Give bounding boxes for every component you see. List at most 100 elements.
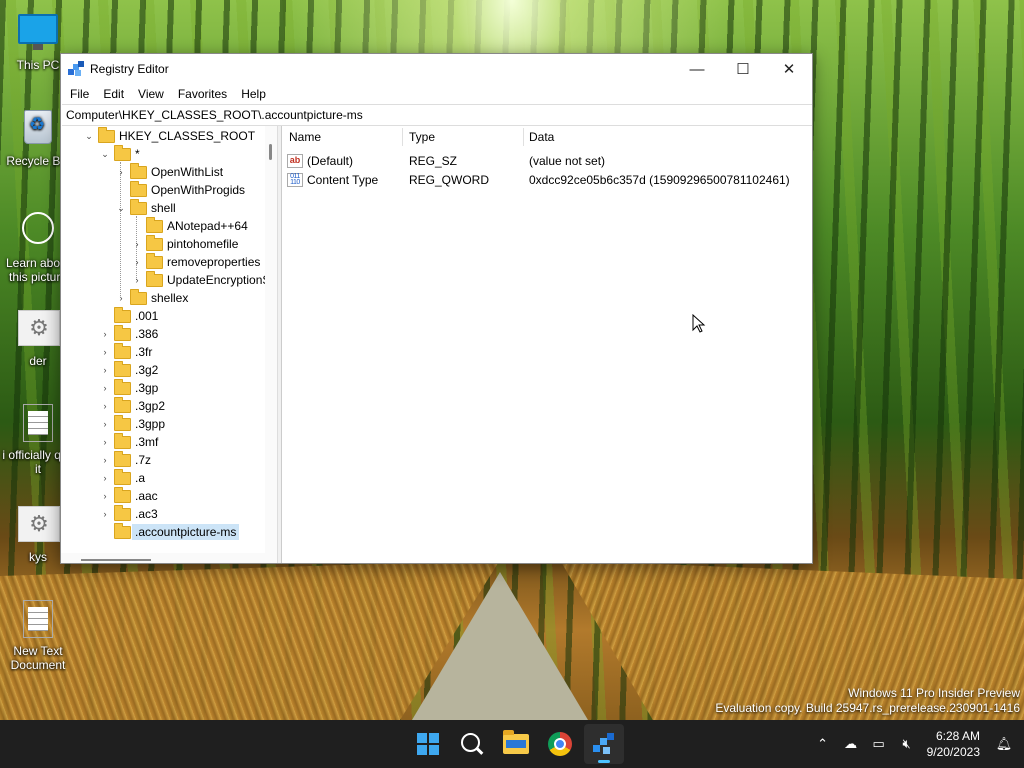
chevron-right-icon[interactable]: › (131, 239, 143, 249)
tree-item-anotepad[interactable]: ANotepad++64 (131, 216, 248, 235)
volume-muted-icon[interactable]: 🔇︎ (893, 736, 921, 752)
address-bar[interactable]: Computer\HKEY_CLASSES_ROOT\.accountpictu… (62, 104, 812, 126)
chevron-right-icon[interactable]: › (99, 455, 111, 465)
chevron-down-icon[interactable]: ⌄ (83, 131, 95, 142)
tree-item-hkey-classes-root[interactable]: ⌄ HKEY_CLASSES_ROOT (83, 126, 255, 145)
tree-item-001[interactable]: .001 (99, 306, 158, 325)
registry-editor-taskbar-button[interactable] (584, 724, 624, 764)
chevron-right-icon[interactable]: › (131, 257, 143, 267)
desktop-icon-new-text-document[interactable]: New Text Document (2, 598, 74, 672)
menu-help[interactable]: Help (234, 87, 273, 101)
tree-item-asterisk[interactable]: ⌄ * (99, 144, 140, 163)
tree-item-3g2[interactable]: › .3g2 (99, 360, 158, 379)
menu-file[interactable]: File (63, 87, 96, 101)
taskbar: ⌃ ☁ ▭ 🔇︎ 6:28 AM 9/20/2023 🔔︎ (0, 720, 1024, 768)
folder-icon (114, 522, 131, 539)
tree-item-openwithlist[interactable]: › OpenWithList (115, 162, 223, 181)
value-row[interactable]: ab (Default) (287, 151, 353, 170)
folder-icon (114, 486, 131, 503)
folder-icon (130, 288, 147, 305)
windows-logo-icon (417, 733, 439, 755)
close-button[interactable]: ✕ (766, 54, 812, 84)
network-icon[interactable]: ▭ (865, 736, 893, 752)
chevron-right-icon[interactable]: › (99, 329, 111, 339)
chevron-right-icon[interactable]: › (99, 473, 111, 483)
chevron-down-icon[interactable]: ⌄ (99, 149, 111, 160)
onedrive-icon[interactable]: ☁ (837, 736, 865, 752)
chevron-right-icon[interactable]: › (99, 509, 111, 519)
folder-icon (146, 270, 163, 287)
folder-icon (114, 414, 131, 431)
folder-icon (130, 180, 147, 197)
chevron-right-icon[interactable]: › (99, 419, 111, 429)
chevron-right-icon[interactable]: › (115, 293, 127, 303)
value-data: (value not set) (529, 153, 606, 168)
tree-vertical-scrollbar[interactable] (265, 126, 277, 563)
notification-bell-icon[interactable]: 🔔︎ (990, 736, 1018, 752)
tree-item-386[interactable]: › .386 (99, 324, 158, 343)
chevron-right-icon[interactable]: › (99, 401, 111, 411)
menu-bar: File Edit View Favorites Help (61, 84, 812, 104)
tree-item-shell[interactable]: ⌄ shell (115, 198, 176, 217)
tree-item-ac3[interactable]: › .ac3 (99, 504, 158, 523)
tree-item-7z[interactable]: › .7z (99, 450, 151, 469)
chevron-right-icon[interactable]: › (99, 437, 111, 447)
tree-item-openwithprogids[interactable]: OpenWithProgids (115, 180, 245, 199)
menu-favorites[interactable]: Favorites (171, 87, 234, 101)
title-bar[interactable]: Registry Editor — ☐ ✕ (61, 54, 812, 84)
minimize-button[interactable]: — (674, 54, 720, 84)
maximize-button[interactable]: ☐ (720, 54, 766, 84)
tree-item-3gp[interactable]: › .3gp (99, 378, 158, 397)
tree-item-a[interactable]: › .a (99, 468, 145, 487)
chevron-right-icon[interactable]: › (99, 491, 111, 501)
tree-item-updateencryption[interactable]: ›UpdateEncryptionSettings (131, 270, 277, 289)
folder-icon (114, 306, 131, 323)
tree-item-accountpicture-ms[interactable]: .accountpicture-ms (99, 522, 240, 541)
values-pane[interactable]: Name Type Data ab (Default) REG_SZ (valu… (282, 126, 812, 563)
chevron-right-icon[interactable]: › (131, 275, 143, 285)
folder-icon (114, 504, 131, 521)
registry-editor-icon (593, 733, 615, 755)
folder-icon (114, 324, 131, 341)
desktop-icon-label: New Text Document (10, 644, 66, 672)
menu-edit[interactable]: Edit (96, 87, 131, 101)
chevron-right-icon[interactable]: › (99, 365, 111, 375)
column-header-name[interactable]: Name (289, 126, 321, 148)
file-explorer-button[interactable] (496, 724, 536, 764)
chevron-right-icon[interactable]: › (99, 383, 111, 393)
search-icon (461, 733, 480, 752)
folder-icon (114, 144, 131, 161)
folder-icon (114, 378, 131, 395)
tree-item-3fr[interactable]: › .3fr (99, 342, 152, 361)
tree-item-shellex[interactable]: › shellex (115, 288, 188, 307)
key-tree-pane[interactable]: ⌄ HKEY_CLASSES_ROOT ⌄ * › OpenWithList Open… (61, 126, 278, 563)
chrome-button[interactable] (540, 724, 580, 764)
tree-item-3gp2[interactable]: › .3gp2 (99, 396, 165, 415)
tree-item-3gpp[interactable]: › .3gpp (99, 414, 165, 433)
settings-file-icon: ⚙ (18, 506, 60, 546)
chevron-right-icon[interactable]: › (115, 167, 127, 177)
chevron-right-icon[interactable]: › (99, 347, 111, 357)
camera-icon (18, 212, 58, 252)
tree-item-3mf[interactable]: › .3mf (99, 432, 158, 451)
chevron-up-icon[interactable]: ⌃ (809, 736, 837, 752)
settings-file-icon: ⚙ (18, 310, 60, 350)
tree-horizontal-scrollbar[interactable] (61, 553, 265, 563)
chevron-down-icon[interactable]: ⌄ (115, 203, 127, 214)
folder-icon (146, 234, 163, 251)
registry-editor-window[interactable]: Registry Editor — ☐ ✕ File Edit View Fav… (60, 53, 813, 564)
column-header-data[interactable]: Data (529, 126, 554, 148)
tree-item-aac[interactable]: › .aac (99, 486, 158, 505)
value-type: REG_SZ (409, 153, 458, 168)
value-name: Content Type (307, 172, 379, 187)
string-value-icon: ab (287, 153, 303, 168)
value-row[interactable]: 011 110 Content Type (287, 170, 378, 189)
start-button[interactable] (408, 724, 448, 764)
column-header-type[interactable]: Type (409, 126, 435, 148)
menu-view[interactable]: View (131, 87, 171, 101)
tree-item-removeproperties[interactable]: › removeproperties (131, 252, 260, 271)
search-button[interactable] (452, 724, 492, 764)
text-file-icon (18, 404, 58, 444)
tree-item-pintohomefile[interactable]: › pintohomefile (131, 234, 238, 253)
clock[interactable]: 6:28 AM 9/20/2023 (927, 728, 980, 760)
